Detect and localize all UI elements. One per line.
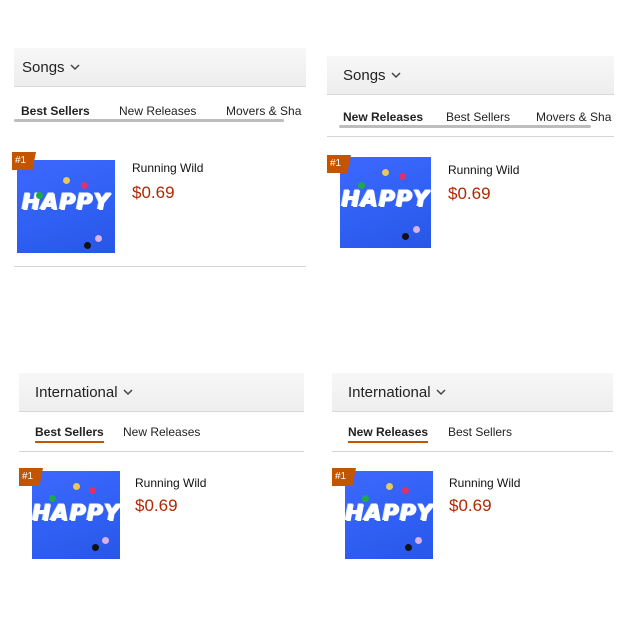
chevron-down-icon: [436, 389, 446, 396]
category-header[interactable]: Songs: [14, 48, 306, 87]
category-title: Songs: [22, 58, 65, 76]
album-dot: [386, 483, 393, 490]
panel-songs-new-releases: Songs New Releases Best Sellers Movers &…: [327, 56, 614, 266]
album-dot: [81, 182, 88, 189]
album-dot: [415, 537, 422, 544]
rank-badge: #1: [12, 152, 36, 170]
song-title[interactable]: Running Wild: [449, 476, 520, 490]
tab-new-releases[interactable]: New Releases: [123, 425, 200, 439]
album-dot: [95, 235, 102, 242]
chevron-down-icon: [391, 72, 401, 79]
song-price: $0.69: [135, 496, 178, 515]
album-dot: [89, 487, 96, 494]
divider: [327, 136, 614, 137]
album-dot: [362, 495, 369, 502]
tab-best-sellers[interactable]: Best Sellers: [446, 110, 510, 124]
tab-scrollbar[interactable]: [14, 119, 284, 122]
category-header[interactable]: International: [332, 373, 613, 412]
album-dot: [102, 537, 109, 544]
song-title[interactable]: Running Wild: [132, 161, 203, 175]
divider: [14, 266, 306, 267]
divider: [19, 451, 304, 452]
rank-badge: #1: [19, 468, 43, 486]
album-art-text: HAPPY: [345, 501, 433, 526]
tab-bar: Best Sellers New Releases: [19, 425, 304, 451]
album-art[interactable]: HAPPY: [17, 160, 115, 253]
album-dot: [84, 242, 91, 249]
album-dot: [358, 182, 365, 189]
album-dot: [63, 177, 70, 184]
album-art-text: HAPPY: [341, 187, 430, 212]
album-dot: [73, 483, 80, 490]
song-price: $0.69: [448, 184, 491, 203]
tab-movers-shakers[interactable]: Movers & Sha: [226, 104, 301, 118]
category-header[interactable]: International: [19, 373, 304, 412]
album-art[interactable]: HAPPY: [340, 157, 431, 248]
tab-scrollbar[interactable]: [339, 125, 591, 128]
category-title: International: [35, 383, 118, 401]
tab-bar: New Releases Best Sellers Movers & Sha: [327, 110, 614, 136]
album-art[interactable]: HAPPY: [32, 471, 120, 559]
tab-new-releases[interactable]: New Releases: [343, 110, 424, 128]
song-price: $0.69: [132, 183, 175, 202]
tab-bar: Best Sellers New Releases Movers & Sha: [14, 104, 306, 130]
category-title: International: [348, 383, 431, 401]
album-art-text: HAPPY: [21, 190, 111, 215]
tab-best-sellers[interactable]: Best Sellers: [448, 425, 512, 439]
tab-new-releases[interactable]: New Releases: [348, 425, 429, 443]
album-dot: [36, 192, 43, 199]
rank-badge: #1: [332, 468, 356, 486]
tab-best-sellers[interactable]: Best Sellers: [21, 104, 90, 122]
tab-movers-shakers[interactable]: Movers & Sha: [536, 110, 611, 124]
tab-bar: New Releases Best Sellers: [332, 425, 613, 451]
album-art-text: HAPPY: [32, 501, 120, 526]
panel-international-best-sellers: International Best Sellers New Releases …: [19, 373, 304, 573]
tab-best-sellers[interactable]: Best Sellers: [35, 425, 104, 443]
category-header[interactable]: Songs: [327, 56, 614, 95]
rank-badge: #1: [327, 155, 351, 173]
album-dot: [92, 544, 99, 551]
album-dot: [402, 487, 409, 494]
album-dot: [399, 173, 406, 180]
album-dot: [382, 169, 389, 176]
chevron-down-icon: [123, 389, 133, 396]
album-art[interactable]: HAPPY: [345, 471, 433, 559]
divider: [332, 451, 613, 452]
chevron-down-icon: [70, 64, 80, 71]
album-dot: [402, 233, 409, 240]
category-title: Songs: [343, 66, 386, 84]
tab-new-releases[interactable]: New Releases: [119, 104, 196, 118]
song-title[interactable]: Running Wild: [448, 163, 519, 177]
album-dot: [49, 495, 56, 502]
panel-songs-best-sellers: Songs Best Sellers New Releases Movers &…: [12, 48, 306, 273]
album-dot: [413, 226, 420, 233]
song-title[interactable]: Running Wild: [135, 476, 206, 490]
song-price: $0.69: [449, 496, 492, 515]
panel-international-new-releases: International New Releases Best Sellers …: [332, 373, 613, 573]
album-dot: [405, 544, 412, 551]
